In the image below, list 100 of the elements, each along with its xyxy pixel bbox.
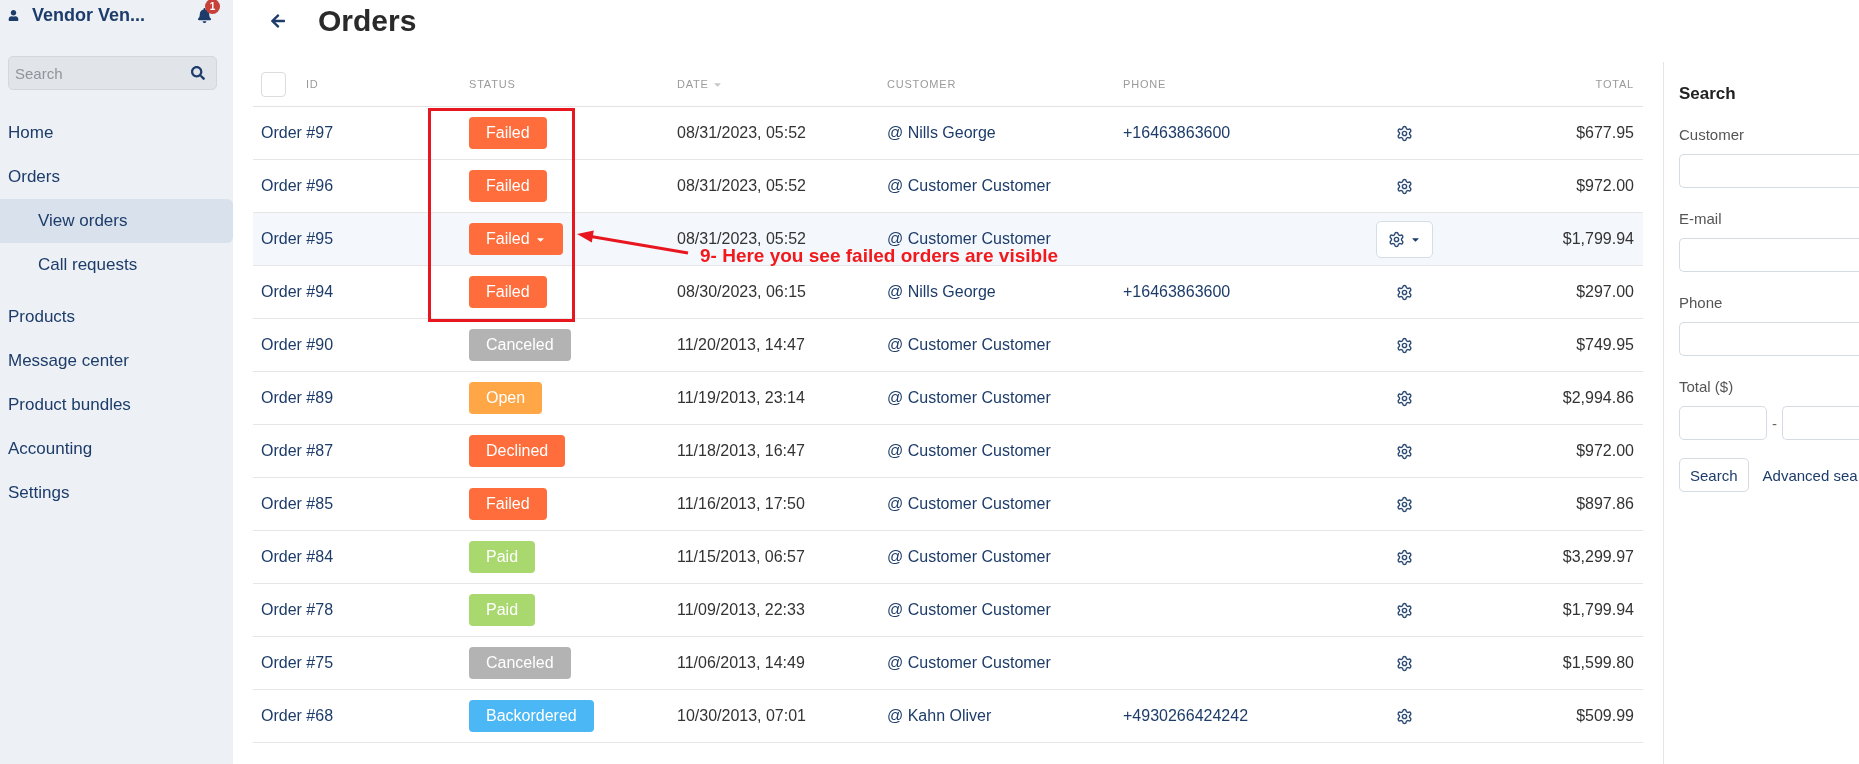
min-total-field[interactable] — [1679, 406, 1767, 440]
settings-icon[interactable] — [1395, 548, 1413, 566]
settings-icon[interactable] — [1395, 601, 1413, 619]
search-icon[interactable] — [191, 66, 205, 80]
order-link[interactable]: Order #84 — [261, 548, 334, 566]
order-date: 08/31/2023, 05:52 — [677, 230, 806, 248]
nav-item[interactable]: Accounting — [0, 427, 233, 471]
search-field[interactable]: Search — [8, 56, 217, 90]
customer-link[interactable]: @ Customer Customer — [887, 495, 1051, 513]
nav-subitem[interactable]: View orders — [0, 199, 233, 243]
order-date: 11/06/2013, 14:49 — [677, 654, 805, 672]
phone-link[interactable]: +4930266424242 — [1123, 707, 1249, 725]
settings-icon[interactable] — [1395, 654, 1413, 672]
phone-link[interactable]: +16463863600 — [1123, 283, 1231, 301]
order-date: 11/19/2013, 23:14 — [677, 389, 805, 407]
account-name[interactable]: Vendor Ven... — [32, 4, 197, 26]
search-button[interactable]: Search — [1679, 458, 1749, 492]
nav-item[interactable]: Products — [0, 295, 233, 339]
order-date: 11/09/2013, 22:33 — [677, 601, 805, 619]
text-field[interactable] — [1679, 238, 1859, 272]
range-separator: - — [1772, 414, 1777, 432]
settings-icon[interactable] — [1395, 177, 1413, 195]
order-link[interactable]: Order #87 — [261, 442, 334, 460]
status-badge: Declined — [469, 435, 566, 467]
customer-link[interactable]: @ Customer Customer — [887, 548, 1051, 566]
bell-icon[interactable] — [197, 7, 212, 23]
status-badge: Canceled — [469, 329, 571, 361]
customer-link[interactable]: @ Customer Customer — [887, 442, 1051, 460]
actions-button[interactable] — [1375, 220, 1433, 258]
status-badge: Open — [469, 382, 543, 414]
order-date: 11/20/2013, 14:47 — [677, 336, 805, 354]
nav-item[interactable]: Message center — [0, 339, 233, 383]
customer-link[interactable]: @ Nills George — [887, 124, 996, 142]
status-badge: Canceled — [469, 647, 571, 679]
order-link[interactable]: Order #95 — [261, 230, 334, 248]
status-badge: Failed — [469, 117, 547, 149]
field-label: Phone — [1679, 294, 1724, 312]
order-total: $749.95 — [1576, 336, 1634, 354]
nav-subitem[interactable]: Call requests — [0, 243, 233, 287]
annotation-text: 9- Here you see failed orders are visible — [700, 245, 1058, 267]
order-total: $897.86 — [1576, 495, 1634, 513]
nav-item[interactable]: Home — [0, 111, 233, 155]
nav-item[interactable]: Settings — [0, 471, 233, 515]
user-icon — [8, 9, 19, 21]
order-link[interactable]: Order #85 — [261, 495, 334, 513]
order-total: $1,599.80 — [1562, 654, 1634, 672]
order-total: $2,994.86 — [1562, 389, 1634, 407]
customer-link[interactable]: @ Customer Customer — [887, 654, 1051, 672]
order-link[interactable]: Order #68 — [261, 707, 334, 725]
order-total: $1,799.94 — [1562, 601, 1634, 619]
customer-link[interactable]: @ Customer Customer — [887, 177, 1051, 195]
back-arrow-icon[interactable] — [270, 13, 286, 29]
status-badge: Paid — [469, 541, 536, 573]
order-total: $509.99 — [1576, 707, 1634, 725]
status-badge: Failed — [469, 276, 547, 308]
phone-link[interactable]: +16463863600 — [1123, 124, 1231, 142]
customer-link[interactable]: @ Nills George — [887, 283, 996, 301]
nav-item[interactable]: Product bundles — [0, 383, 233, 427]
order-total: $972.00 — [1576, 177, 1634, 195]
order-link[interactable]: Order #90 — [261, 336, 334, 354]
settings-icon[interactable] — [1395, 495, 1413, 513]
customer-link[interactable]: @ Customer Customer — [887, 389, 1051, 407]
customer-link[interactable]: @ Customer Customer — [887, 601, 1051, 619]
advanced-search-link[interactable]: Advanced sea — [1762, 466, 1858, 484]
customer-link[interactable]: @ Customer Customer — [887, 336, 1051, 354]
text-field[interactable] — [1679, 154, 1859, 188]
order-link[interactable]: Order #94 — [261, 283, 334, 301]
order-total: $677.95 — [1576, 124, 1634, 142]
order-link[interactable]: Order #97 — [261, 124, 334, 142]
settings-icon[interactable] — [1395, 707, 1413, 725]
nav-item[interactable]: Orders — [0, 155, 233, 199]
settings-icon[interactable] — [1395, 283, 1413, 301]
notification-count: 1 — [205, 0, 220, 14]
order-total: $1,799.94 — [1562, 230, 1634, 248]
settings-icon[interactable] — [1395, 442, 1413, 460]
customer-link[interactable]: @ Customer Customer — [887, 230, 1051, 248]
order-date: 08/31/2023, 05:52 — [677, 177, 806, 195]
settings-icon[interactable] — [1395, 389, 1413, 407]
status-badge: Paid — [469, 594, 536, 626]
customer-link[interactable]: @ Kahn Oliver — [887, 707, 992, 725]
settings-icon — [1387, 230, 1405, 248]
settings-icon[interactable] — [1395, 124, 1413, 142]
panel-title: Search — [1679, 84, 1737, 104]
order-link[interactable]: Order #78 — [261, 601, 334, 619]
order-link[interactable]: Order #75 — [261, 654, 334, 672]
field-label: E-mail — [1679, 210, 1723, 228]
max-total-field[interactable] — [1782, 406, 1859, 440]
order-total: $972.00 — [1576, 442, 1634, 460]
page-title: Orders — [318, 4, 417, 38]
order-link[interactable]: Order #96 — [261, 177, 334, 195]
status-badge: Backordered — [469, 700, 594, 732]
select-all-checkbox[interactable] — [261, 71, 286, 97]
order-date: 10/30/2013, 07:01 — [677, 707, 806, 725]
order-date: 11/18/2013, 16:47 — [677, 442, 805, 460]
order-date: 11/15/2013, 06:57 — [677, 548, 805, 566]
order-total: $3,299.97 — [1562, 548, 1634, 566]
text-field[interactable] — [1679, 322, 1859, 356]
field-label: Total ($) — [1679, 378, 1735, 396]
settings-icon[interactable] — [1395, 336, 1413, 354]
order-link[interactable]: Order #89 — [261, 389, 334, 407]
